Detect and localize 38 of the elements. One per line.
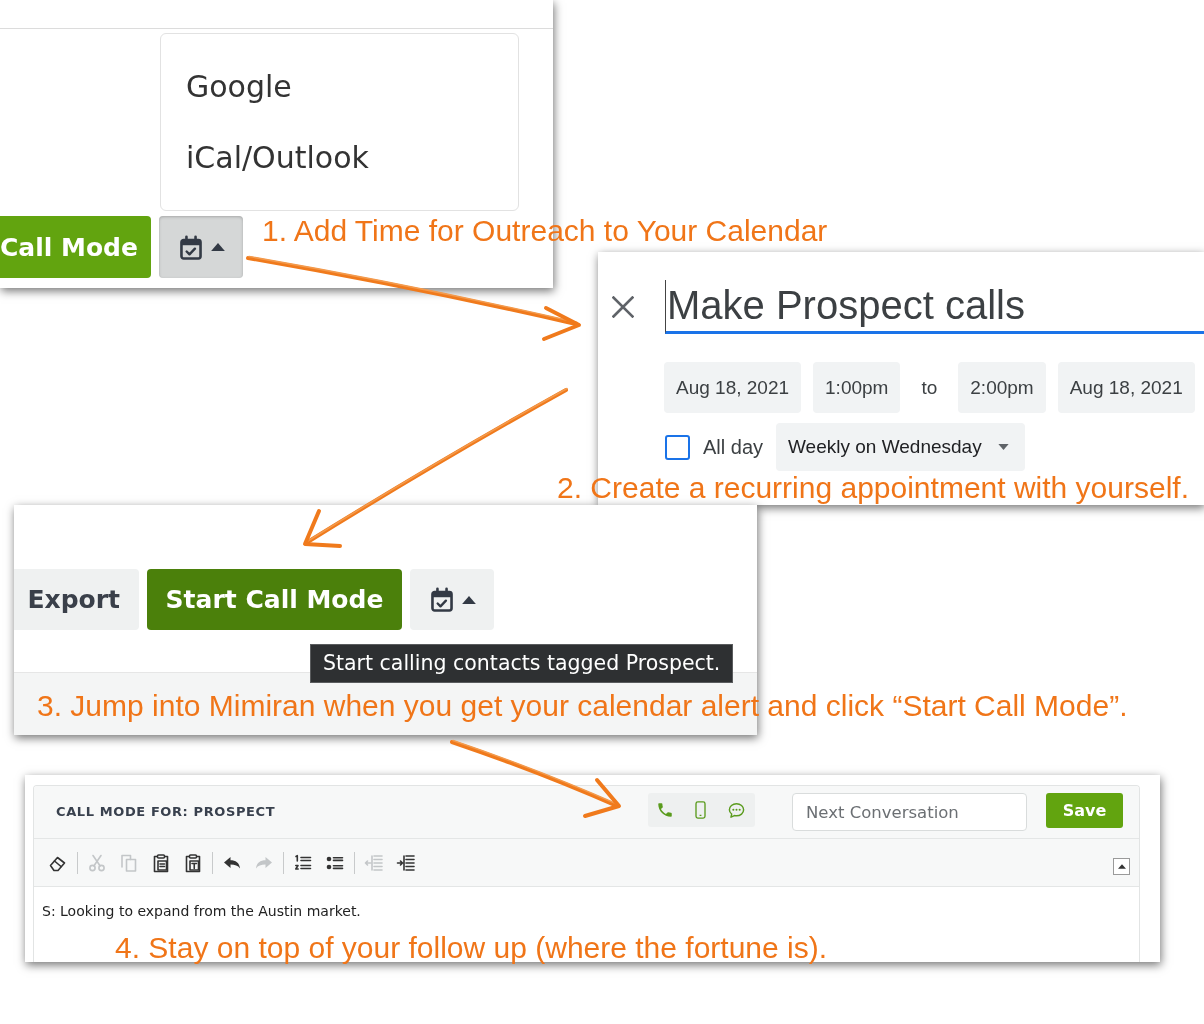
calendar-button[interactable] — [159, 216, 243, 278]
calendar-icon — [428, 587, 455, 612]
date-button[interactable]: Aug 18, 2021 — [664, 362, 802, 413]
clipboard-text-icon[interactable] — [183, 852, 203, 873]
collapse-button[interactable] — [1113, 858, 1130, 875]
card-heading: CALL MODE FOR: PROSPECT — [56, 804, 276, 819]
caret-icon — [1117, 864, 1126, 869]
caret-icon — [997, 444, 1009, 450]
menu-item[interactable]: Google — [186, 51, 518, 122]
step-caption: 4. Stay on top of your follow up (where the fortune is). — [115, 932, 828, 964]
caret-icon — [461, 595, 476, 604]
indent-icon[interactable] — [396, 852, 416, 873]
checkbox-label: All day — [703, 435, 764, 459]
step-caption: 2. Create a recurring appointment with yourself. — [557, 472, 1189, 504]
range-separator-label: to — [921, 376, 938, 399]
clipboard-icon[interactable] — [151, 852, 171, 873]
mobile-phone-icon[interactable] — [695, 801, 706, 819]
export-button[interactable]: Export — [14, 569, 139, 630]
caret-icon — [210, 243, 225, 251]
checkbox[interactable] — [665, 434, 690, 460]
step-caption: 3. Jump into Mimiran when you get your calendar alert and click “Start Call Mode”. — [37, 690, 1128, 722]
editor-text: S: Looking to expand from the Austin market. — [42, 903, 362, 919]
next-conversation-field[interactable]: Next Conversation — [792, 793, 1027, 831]
recurrence-dropdown[interactable]: Weekly on Wednesday — [776, 423, 1025, 471]
tooltip: Start calling contacts tagged Prospect. — [310, 644, 734, 683]
chat-bubble-icon[interactable] — [727, 800, 746, 820]
numbered-list-icon[interactable] — [293, 852, 313, 873]
title-field[interactable]: Make Prospect calls — [665, 280, 1204, 334]
date-button[interactable]: Aug 18, 2021 — [1057, 362, 1195, 413]
calendar-icon — [177, 234, 204, 260]
step-caption: 1. Add Time for Outreach to Your Calendar — [262, 215, 828, 247]
calendar-button[interactable] — [410, 569, 494, 630]
close-icon[interactable] — [612, 296, 634, 318]
time-button[interactable]: 1:00pm — [813, 362, 901, 413]
phone-icon[interactable] — [656, 801, 674, 819]
menu-item[interactable]: iCal/Outlook — [186, 122, 518, 193]
time-button[interactable]: 2:00pm — [958, 362, 1046, 413]
start-call-mode-button[interactable]: Start Call Mode — [147, 569, 402, 630]
